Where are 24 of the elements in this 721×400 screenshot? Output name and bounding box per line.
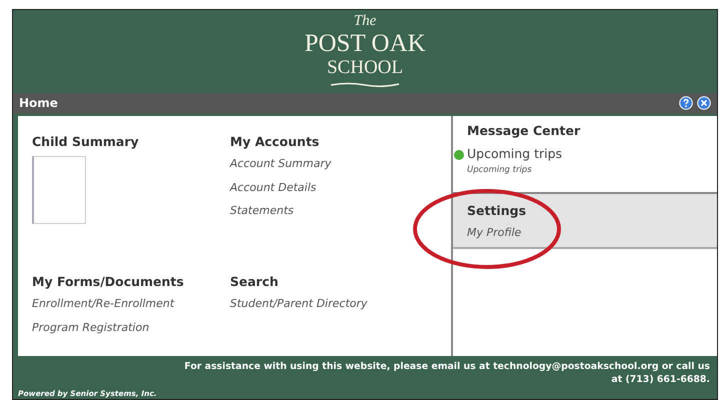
link[interactable]: Account Details <box>230 180 437 196</box>
logo-text: The <box>354 14 376 30</box>
close-icon[interactable] <box>697 96 711 110</box>
link[interactable]: Student/Parent Directory <box>230 296 437 313</box>
swoosh-icon <box>330 82 400 88</box>
section-heading: Message Center <box>467 122 582 140</box>
logo-text: SCHOOL <box>326 58 403 78</box>
message-title[interactable]: Upcoming trips <box>467 145 562 164</box>
page-title: Home <box>19 95 58 112</box>
link[interactable]: Account Summary <box>230 156 437 173</box>
section-heading: Search <box>230 272 280 291</box>
section-heading: Child Summary <box>32 132 140 151</box>
link[interactable]: Program Registration <box>32 320 230 336</box>
photo-frame <box>32 156 86 224</box>
message-subtitle: Upcoming trips <box>467 164 533 177</box>
section-heading: My Accounts <box>230 132 320 151</box>
section-heading: My Forms/Documents <box>32 272 185 291</box>
assistance-text: For assistance with using this website, please email us at technology@postoakschool.org or call us at (713) 661-6688. <box>183 361 710 386</box>
logo-text: POST OAK <box>304 31 426 56</box>
link[interactable]: Statements <box>230 203 437 220</box>
help-icon[interactable] <box>679 96 693 110</box>
link[interactable]: My Profile <box>467 225 703 242</box>
link[interactable]: Enrollment/Re-Enrollment <box>32 296 230 313</box>
section-heading: Settings <box>467 202 528 220</box>
